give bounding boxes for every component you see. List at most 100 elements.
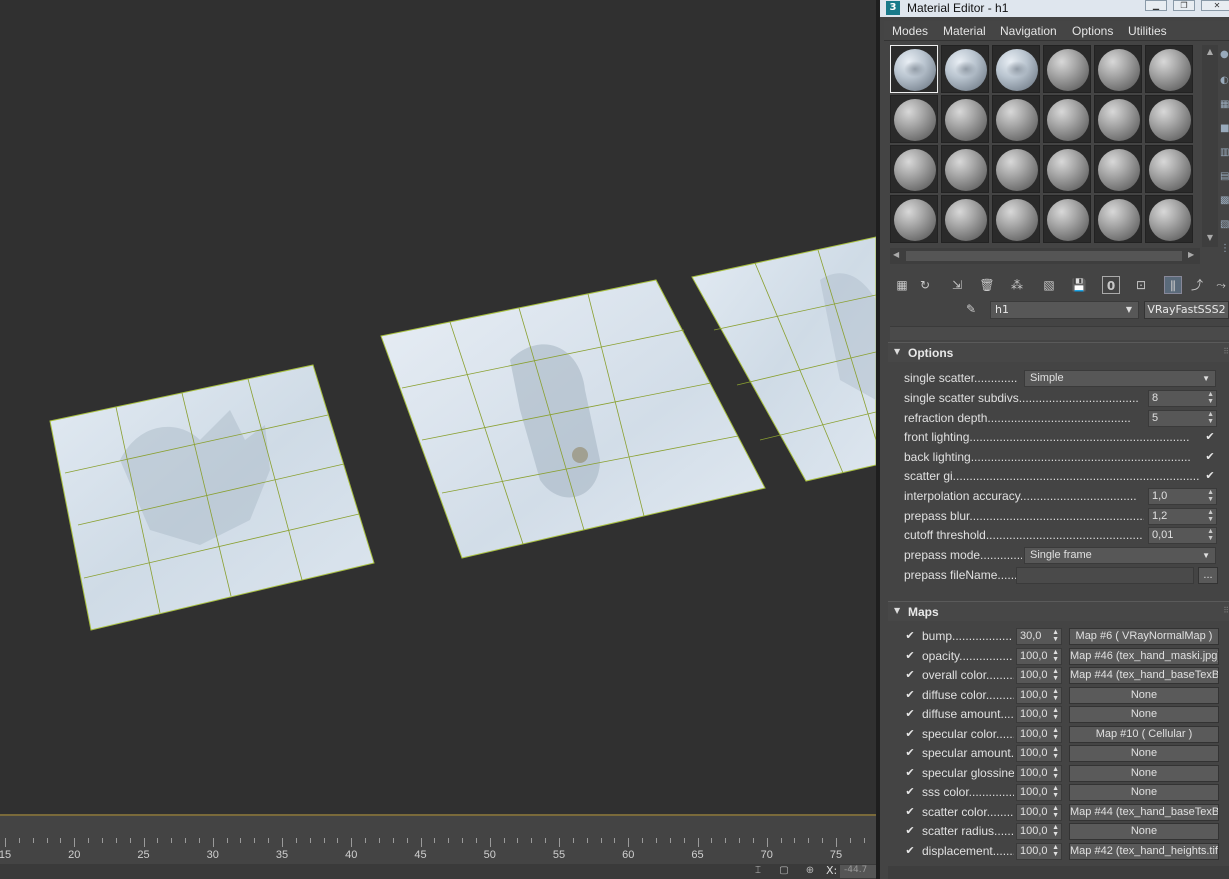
- material-slot[interactable]: [1145, 195, 1193, 243]
- material-slot[interactable]: [890, 195, 938, 243]
- spinner-arrows-icon[interactable]: ▲ ▼: [1052, 688, 1059, 702]
- map-amount-spinner[interactable]: 100,0 ▲ ▼: [1016, 706, 1062, 723]
- x-coord-field[interactable]: -44.7: [840, 865, 876, 878]
- scroll-thumb[interactable]: [906, 251, 1182, 261]
- map-amount-spinner[interactable]: 30,0 ▲ ▼: [1016, 628, 1062, 645]
- map-amount-spinner[interactable]: 100,0 ▲ ▼: [1016, 764, 1062, 782]
- map-enable-checkbox[interactable]: ✔: [904, 766, 916, 779]
- map-enable-checkbox[interactable]: ✔: [904, 727, 916, 740]
- material-map-navigator-icon[interactable]: ⋮: [1220, 243, 1229, 257]
- chevron-down-icon[interactable]: ▼: [1202, 371, 1210, 386]
- spinner-arrows-icon[interactable]: ▲ ▼: [1052, 707, 1059, 721]
- spinner-arrows-icon[interactable]: ▲ ▼: [1052, 746, 1059, 760]
- option-spinner[interactable]: 1,0 ▲ ▼: [1148, 488, 1217, 505]
- restore-icon[interactable]: ❐: [1173, 0, 1195, 11]
- sample-type-icon[interactable]: ●: [1220, 49, 1229, 63]
- material-slot[interactable]: [1145, 145, 1193, 193]
- lock-icon[interactable]: ▢: [778, 865, 790, 877]
- spinner-arrows-icon[interactable]: ▲ ▼: [1052, 727, 1059, 741]
- option-spinner[interactable]: 8 ▲ ▼: [1148, 390, 1217, 407]
- delete-icon[interactable]: 🗑: [978, 276, 996, 294]
- map-amount-spinner[interactable]: 100,0 ▲ ▼: [1016, 784, 1062, 801]
- material-slot[interactable]: [941, 195, 989, 243]
- option-spinner[interactable]: 5 ▲ ▼: [1148, 410, 1217, 427]
- assign-to-selection-icon[interactable]: ⇲: [948, 276, 966, 294]
- map-slot-button[interactable]: None: [1069, 745, 1219, 762]
- background-icon[interactable]: ▦: [1220, 99, 1229, 113]
- snow-plane-hand[interactable]: [49, 364, 375, 631]
- material-type-button[interactable]: VRayFastSSS2: [1144, 301, 1229, 319]
- spinner-arrows-icon[interactable]: ▲ ▼: [1207, 411, 1214, 425]
- material-slot[interactable]: [890, 145, 938, 193]
- menu-utilities[interactable]: Utilities: [1128, 24, 1167, 38]
- put-to-library-icon[interactable]: ▧: [1040, 276, 1058, 294]
- maps-rollout-header[interactable]: ▼ Maps ⠿: [888, 601, 1229, 621]
- browse-button[interactable]: ...: [1198, 567, 1218, 584]
- menu-navigation[interactable]: Navigation: [1000, 24, 1057, 38]
- map-enable-checkbox[interactable]: ✔: [904, 708, 916, 720]
- slots-vertical-scrollbar[interactable]: ▲ ▼: [1202, 45, 1218, 247]
- material-slot[interactable]: [941, 145, 989, 193]
- make-preview-icon[interactable]: ▤: [1220, 171, 1229, 185]
- material-slot[interactable]: [890, 95, 938, 143]
- option-dropdown[interactable]: Single frame ▼: [1024, 547, 1216, 564]
- map-slot-button[interactable]: None: [1069, 686, 1219, 704]
- option-dropdown[interactable]: Simple ▼: [1024, 370, 1216, 387]
- map-slot-button[interactable]: None: [1069, 823, 1219, 840]
- spinner-arrows-icon[interactable]: ▲ ▼: [1052, 649, 1059, 663]
- spinner-arrows-icon[interactable]: ▲ ▼: [1052, 824, 1059, 838]
- spinner-arrows-icon[interactable]: ▲ ▼: [1052, 805, 1059, 819]
- material-slot[interactable]: [1094, 95, 1142, 143]
- material-id-icon[interactable]: 0: [1102, 276, 1120, 294]
- go-to-parent-icon[interactable]: ⤴: [1188, 276, 1206, 294]
- map-amount-spinner[interactable]: 100,0 ▲ ▼: [1016, 803, 1062, 821]
- selection-lock-icon[interactable]: ⌶: [752, 865, 764, 877]
- map-enable-checkbox[interactable]: ✔: [904, 844, 916, 857]
- map-slot-button[interactable]: Map #46 (tex_hand_maski.jpg): [1069, 647, 1219, 665]
- eyedropper-icon[interactable]: ✎: [966, 302, 982, 318]
- scroll-up-icon[interactable]: ▲: [1204, 47, 1216, 59]
- map-amount-spinner[interactable]: 100,0 ▲ ▼: [1016, 647, 1062, 665]
- map-amount-spinner[interactable]: 100,0 ▲ ▼: [1016, 842, 1062, 860]
- option-spinner[interactable]: 1,2 ▲ ▼: [1148, 508, 1217, 525]
- option-checkbox[interactable]: ✔: [1204, 451, 1216, 463]
- material-slot[interactable]: [992, 145, 1040, 193]
- scroll-down-icon[interactable]: ▼: [1204, 233, 1216, 245]
- chevron-down-icon[interactable]: ▼: [1202, 548, 1210, 563]
- material-slot[interactable]: [1043, 195, 1091, 243]
- options-icon[interactable]: ▩: [1220, 195, 1229, 209]
- material-slot[interactable]: [941, 95, 989, 143]
- put-to-scene-icon[interactable]: ↻: [916, 276, 934, 294]
- spinner-arrows-icon[interactable]: ▲ ▼: [1052, 629, 1059, 643]
- minimize-icon[interactable]: ▁: [1145, 0, 1167, 11]
- show-in-viewport-icon[interactable]: ⊡: [1132, 276, 1150, 294]
- spinner-arrows-icon[interactable]: ▲ ▼: [1052, 785, 1059, 799]
- select-by-material-icon[interactable]: ▧: [1220, 219, 1229, 233]
- map-amount-spinner[interactable]: 100,0 ▲ ▼: [1016, 667, 1062, 684]
- spinner-arrows-icon[interactable]: ▲ ▼: [1052, 766, 1059, 780]
- spinner-arrows-icon[interactable]: ▲ ▼: [1207, 528, 1214, 542]
- viewport-3d[interactable]: 15 20 25 30 35 40 45 50 55 60 65 70 75 ⌶ ▢ ⊕ X: -44.…: [0, 0, 876, 879]
- close-icon[interactable]: ✕: [1201, 0, 1229, 11]
- map-enable-checkbox[interactable]: ✔: [904, 669, 916, 681]
- map-slot-button[interactable]: Map #44 (tex_hand_baseTexBaked: [1069, 667, 1219, 684]
- go-forward-sibling-icon[interactable]: ⤳: [1212, 276, 1229, 294]
- prepass-filename-field[interactable]: [1016, 567, 1194, 584]
- material-slot[interactable]: [1043, 95, 1091, 143]
- material-slot[interactable]: [992, 195, 1040, 243]
- title-bar[interactable]: 3 Material Editor - h1 ▁ ❐ ✕: [880, 0, 1229, 17]
- material-slot[interactable]: [1043, 145, 1091, 193]
- map-amount-spinner[interactable]: 100,0 ▲ ▼: [1016, 725, 1062, 743]
- scroll-left-icon[interactable]: ◀: [893, 250, 899, 259]
- slots-horizontal-scrollbar[interactable]: ◀ ▶: [890, 248, 1200, 264]
- options-rollout-header[interactable]: ▼ Options ⠿: [888, 342, 1229, 362]
- backlight-icon[interactable]: ◐: [1220, 75, 1229, 89]
- material-slot[interactable]: [1145, 45, 1193, 93]
- material-slot[interactable]: [992, 95, 1040, 143]
- video-color-check-icon[interactable]: ▥: [1220, 147, 1229, 161]
- map-slot-button[interactable]: Map #44 (tex_hand_baseTexBaked: [1069, 803, 1219, 821]
- map-amount-spinner[interactable]: 100,0 ▲ ▼: [1016, 686, 1062, 704]
- map-enable-checkbox[interactable]: ✔: [904, 688, 916, 701]
- map-enable-checkbox[interactable]: ✔: [904, 825, 916, 837]
- map-slot-button[interactable]: Map #6 ( VRayNormalMap ): [1069, 628, 1219, 645]
